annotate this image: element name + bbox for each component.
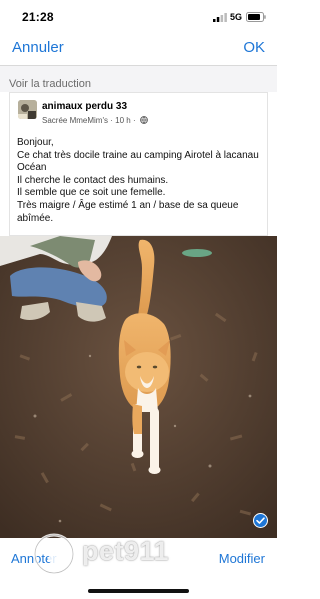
meta-separator: · <box>110 116 113 125</box>
group-avatar[interactable] <box>18 100 37 119</box>
post-card: animaux perdu 33 Sacrée MmeMim's · 10 h … <box>9 92 268 236</box>
checkmark-icon[interactable] <box>253 513 268 528</box>
battery-icon <box>246 12 266 22</box>
post-line: Bonjour, <box>17 137 54 148</box>
group-name[interactable]: animaux perdu 33 <box>42 101 127 112</box>
post-line: Il cherche le contact des humains. <box>17 174 169 186</box>
post-author[interactable]: Sacrée MmeMim's <box>42 116 108 125</box>
avatar-image-icon <box>18 100 37 119</box>
post-meta: Sacrée MmeMim's · 10 h · <box>42 116 148 125</box>
globe-icon <box>139 116 148 124</box>
post-body: Bonjour, Ce chat très docile traine au c… <box>17 137 263 225</box>
cat-photo <box>0 236 277 538</box>
cat-photo-illustration <box>0 236 277 538</box>
modify-button[interactable]: Modifier <box>219 551 265 566</box>
post-line: Ce chat très docile traine au camping Ai… <box>17 149 259 174</box>
nav-bar: Annuler OK <box>0 34 277 65</box>
cellular-signal-icon <box>213 13 227 22</box>
home-indicator[interactable] <box>88 589 189 593</box>
translation-bar: Voir la traduction <box>0 66 277 92</box>
status-bar: 21:28 5G <box>0 0 277 34</box>
see-translation-link[interactable]: Voir la traduction <box>9 78 91 90</box>
meta-separator: · <box>132 116 136 125</box>
network-type-label: 5G <box>230 12 243 22</box>
status-time: 21:28 <box>22 10 54 24</box>
post-line: Il semble que ce soit une femelle. <box>17 187 166 199</box>
post-line: Très maigre / Âge estimé 1 an / base de … <box>17 199 239 224</box>
post-time: 10 h <box>115 116 131 125</box>
annotate-button[interactable]: Annoter <box>11 551 57 566</box>
cancel-button[interactable]: Annuler <box>12 39 64 56</box>
ok-button[interactable]: OK <box>243 39 265 56</box>
